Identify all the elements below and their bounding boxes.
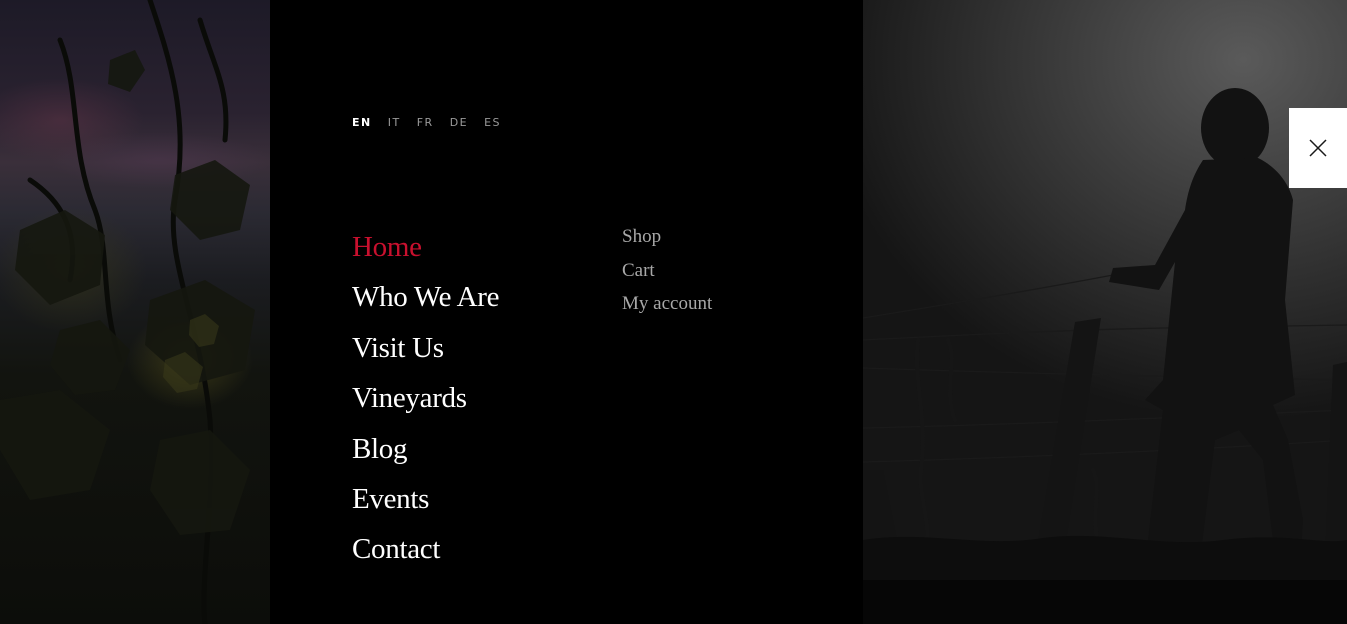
close-menu-button[interactable] <box>1289 108 1347 188</box>
nav-item-contact[interactable]: Contact <box>352 524 499 574</box>
nav-item-blog[interactable]: Blog <box>352 424 499 474</box>
language-de[interactable]: DE <box>450 116 468 129</box>
language-fr[interactable]: FR <box>417 116 434 129</box>
nav-item-shop[interactable]: Shop <box>622 220 712 254</box>
nav-item-my-account[interactable]: My account <box>622 287 712 321</box>
fullscreen-menu-overlay: EN IT FR DE ES Home Who We Are Visit Us … <box>0 0 1347 624</box>
language-en[interactable]: EN <box>352 116 372 129</box>
nav-item-home[interactable]: Home <box>352 222 499 272</box>
language-es[interactable]: ES <box>484 116 501 129</box>
vineyard-worker-photo <box>863 0 1347 624</box>
menu-panel: EN IT FR DE ES Home Who We Are Visit Us … <box>270 0 863 624</box>
nav-item-cart[interactable]: Cart <box>622 254 712 288</box>
main-navigation: Home Who We Are Visit Us Vineyards Blog … <box>352 222 499 575</box>
nav-item-who-we-are[interactable]: Who We Are <box>352 272 499 322</box>
language-it[interactable]: IT <box>388 116 401 129</box>
worker-silhouette-graphic <box>863 88 1347 624</box>
vine-silhouette-graphic <box>0 0 255 624</box>
close-icon <box>1309 139 1327 157</box>
nav-item-vineyards[interactable]: Vineyards <box>352 373 499 423</box>
language-switcher: EN IT FR DE ES <box>352 116 517 129</box>
nav-item-events[interactable]: Events <box>352 474 499 524</box>
nav-item-visit-us[interactable]: Visit Us <box>352 323 499 373</box>
vine-leaves-photo <box>0 0 270 624</box>
secondary-navigation: Shop Cart My account <box>622 220 712 321</box>
